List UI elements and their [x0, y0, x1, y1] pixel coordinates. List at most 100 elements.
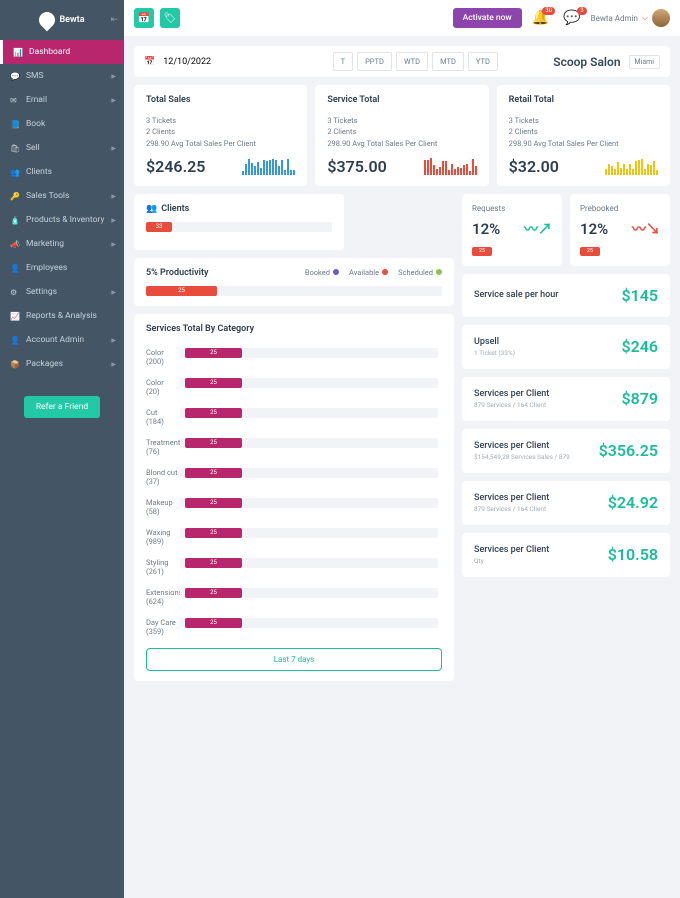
activate-button[interactable]: Activate now: [453, 8, 522, 28]
svc-row: Blond cut(37)25: [146, 468, 442, 486]
svc-title: Services Total By Category: [146, 324, 442, 334]
date-input[interactable]: [163, 57, 277, 67]
nav-icon: 📣: [10, 240, 20, 249]
nav-icon: 📘: [10, 120, 20, 129]
kpi-service-total: Service Total3 Tickets2 Clients298.90 Av…: [315, 85, 488, 186]
calendar-icon[interactable]: 📅: [144, 57, 155, 67]
nav-sell[interactable]: 🛍Sell▶: [0, 136, 124, 160]
clients-card: 👥 Clients 33: [134, 194, 344, 250]
clients-title: Clients: [161, 204, 189, 214]
kpi-total-sales: Total Sales3 Tickets2 Clients298.90 Avg …: [134, 85, 307, 186]
period-ytd[interactable]: YTD: [468, 52, 498, 71]
nav-employees[interactable]: 👤Employees: [0, 256, 124, 280]
topbar: 📅 🏷 Activate now 🔔30 💬3 Bewta Admin ⌵: [124, 0, 680, 36]
period-mtd[interactable]: MTD: [432, 52, 464, 71]
stat-card: Service sale per hour$145: [462, 274, 670, 317]
chevron-right-icon: ▶: [111, 361, 116, 368]
nav-packages[interactable]: 📦Packages▶: [0, 352, 124, 376]
last-7-days-button[interactable]: Last 7 days: [146, 648, 442, 671]
nav-account-admin[interactable]: 👤Account Admin▶: [0, 328, 124, 352]
trend-up-icon: 〰↗: [524, 219, 552, 239]
svc-row: Treatment(76)25: [146, 438, 442, 456]
chevron-right-icon: ▶: [111, 145, 116, 152]
nav-icon: ✉: [10, 96, 20, 105]
chevron-right-icon: ▶: [111, 193, 116, 200]
stat-card: Services per Client879 Services / 164 Cl…: [462, 377, 670, 421]
msg-badge: 3: [577, 7, 586, 15]
chevron-right-icon: ▶: [111, 217, 116, 224]
chevron-right-icon: ▶: [111, 97, 116, 104]
nav-book[interactable]: 📘Book: [0, 112, 124, 136]
productivity-card: 5% Productivity Booked Available Schedul…: [134, 258, 454, 306]
stat-card: Services per Client879 Services / 164 Cl…: [462, 481, 670, 525]
svc-row: Color(20)25: [146, 378, 442, 396]
nav-icon: 🔑: [10, 192, 20, 201]
svc-row: Styling(261)25: [146, 558, 442, 576]
sparkline: [242, 157, 295, 175]
nav-reports-&-analysis[interactable]: 📈Reports & Analysis: [0, 304, 124, 328]
nav-email[interactable]: ✉Email▶: [0, 88, 124, 112]
calendar-button[interactable]: 📅: [134, 8, 154, 28]
svc-row: Waxing(989)25: [146, 528, 442, 546]
chevron-right-icon: ▶: [111, 337, 116, 344]
nav-icon: 🛍: [10, 144, 20, 153]
salon-name: Scoop Salon: [553, 55, 620, 69]
nav-marketing[interactable]: 📣Marketing▶: [0, 232, 124, 256]
nav-dashboard[interactable]: 📊Dashboard: [0, 40, 124, 64]
notif-badge: 30: [542, 7, 555, 15]
brand-name: Bewta: [59, 15, 84, 25]
nav-icon: ⚙: [10, 288, 20, 297]
prebooked-card: Prebooked 12%〰↘ 25: [570, 194, 670, 266]
sparkline: [605, 157, 658, 175]
tag-button[interactable]: 🏷: [160, 8, 180, 28]
clients-bar: 33: [146, 222, 172, 232]
logo: Bewta ⇤: [0, 0, 124, 40]
nav-icon: 💬: [10, 72, 20, 81]
nav-icon: 👥: [10, 168, 20, 177]
avatar: [652, 9, 670, 27]
nav-icon: 📈: [10, 312, 20, 321]
user-menu[interactable]: Bewta Admin ⌵: [591, 9, 670, 27]
period-pptd[interactable]: PPTD: [357, 52, 392, 71]
requests-card: Requests 12%〰↗ 25: [462, 194, 562, 266]
kpi-retail-total: Retail Total3 Tickets2 Clients298.90 Avg…: [497, 85, 670, 186]
sidebar-toggle-icon[interactable]: ⇤: [110, 15, 118, 25]
nav-icon: 👤: [10, 336, 20, 345]
stat-card: Upsell1 Ticket (33%)$246: [462, 325, 670, 369]
svc-row: Extensions(624)25: [146, 588, 442, 606]
svc-row: Cut(184)25: [146, 408, 442, 426]
svc-row: Makeup(58)25: [146, 498, 442, 516]
nav-icon: 📦: [10, 360, 20, 369]
sparkline: [424, 157, 477, 175]
refer-friend-button[interactable]: Refer a Friend: [24, 396, 100, 418]
chevron-right-icon: ▶: [111, 241, 116, 248]
nav-clients[interactable]: 👥Clients: [0, 160, 124, 184]
stat-card: Services per ClientQty$10.58: [462, 533, 670, 577]
nav-icon: 👤: [10, 264, 20, 273]
services-by-category-card: Services Total By Category Color(200)25 C…: [134, 314, 454, 681]
nav-icon: 📊: [13, 48, 23, 57]
productivity-bar: 25: [146, 286, 217, 296]
svc-row: Day Care(359)25: [146, 618, 442, 636]
location-badge[interactable]: Miami: [629, 55, 660, 69]
period-wtd[interactable]: WTD: [396, 52, 428, 71]
messages-icon[interactable]: 💬3: [559, 10, 584, 26]
period-t[interactable]: T: [333, 52, 353, 71]
chevron-right-icon: ▶: [111, 73, 116, 80]
nav-products-&-inventory[interactable]: 🧴Products & Inventory▶: [0, 208, 124, 232]
nav-settings[interactable]: ⚙Settings▶: [0, 280, 124, 304]
nav-icon: 🧴: [10, 216, 20, 225]
svc-row: Color(200)25: [146, 348, 442, 366]
filter-bar: 📅 TPPTDWTDMTDYTD Scoop Salon Miami: [134, 46, 670, 77]
productivity-title: 5% Productivity: [146, 268, 208, 278]
sidebar: Bewta ⇤ 📊Dashboard💬SMS▶✉Email▶📘Book🛍Sell…: [0, 0, 124, 898]
nav-sales-tools[interactable]: 🔑Sales Tools▶: [0, 184, 124, 208]
trend-down-icon: 〰↘: [632, 219, 660, 239]
nav-sms[interactable]: 💬SMS▶: [0, 64, 124, 88]
chevron-right-icon: ▶: [111, 289, 116, 296]
user-name: Bewta Admin: [591, 14, 638, 23]
stat-card: Services per Client$154,549,28 Services …: [462, 429, 670, 473]
notifications-icon[interactable]: 🔔30: [528, 10, 553, 26]
clients-icon: 👥: [146, 204, 157, 214]
logo-icon: [36, 9, 59, 32]
